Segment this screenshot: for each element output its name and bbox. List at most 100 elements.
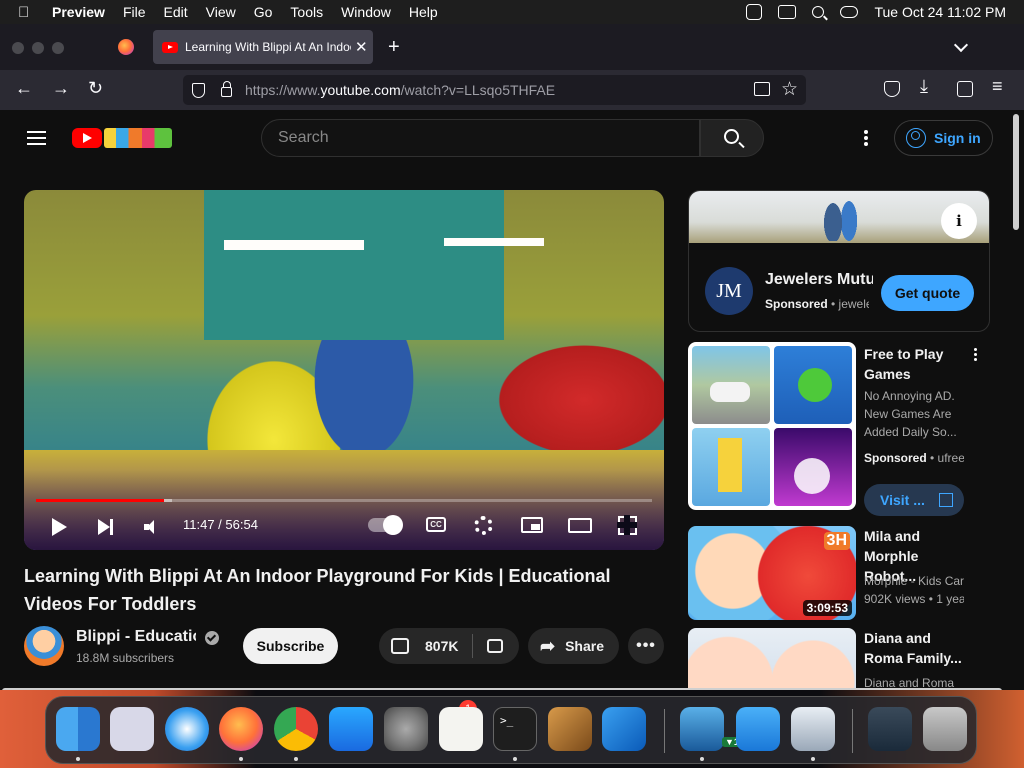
- progress-bar[interactable]: [36, 499, 652, 502]
- sync-icon[interactable]: [746, 4, 763, 20]
- back-icon[interactable]: ←: [15, 78, 33, 99]
- preview-icon[interactable]: [791, 707, 835, 751]
- close-tab-icon[interactable]: ✕: [355, 38, 368, 56]
- ad-title[interactable]: Jewelers Mutual: [765, 271, 873, 289]
- trash-icon[interactable]: [923, 707, 967, 751]
- firefox-view-icon[interactable]: [118, 39, 134, 55]
- youtube-doodle-logo[interactable]: [104, 128, 172, 148]
- lock-icon[interactable]: [221, 81, 232, 97]
- launchpad-icon[interactable]: [110, 707, 154, 751]
- menu-window[interactable]: Window: [341, 4, 391, 20]
- like-icon[interactable]: [391, 638, 409, 654]
- captions-icon[interactable]: CC: [426, 517, 446, 532]
- screen-mirror-icon[interactable]: [778, 5, 797, 19]
- terminal-icon[interactable]: >_: [493, 707, 537, 751]
- menu-clock[interactable]: Tue Oct 24 11:02 PM: [874, 4, 1006, 20]
- system-settings-icon[interactable]: [384, 707, 428, 751]
- autoplay-toggle[interactable]: [368, 515, 403, 535]
- video-thumbnail[interactable]: [688, 628, 856, 690]
- fullscreen-icon[interactable]: [617, 515, 637, 535]
- scrollbar-thumb[interactable]: [1013, 114, 1019, 230]
- downloads-stack-icon[interactable]: [868, 707, 912, 751]
- visit-site-button[interactable]: Visit ...: [864, 484, 964, 516]
- downloads-icon[interactable]: ⤓: [920, 76, 928, 97]
- next-icon[interactable]: [98, 519, 113, 535]
- pocket-icon[interactable]: [884, 81, 900, 97]
- app-menu-icon[interactable]: ≡: [992, 76, 1003, 97]
- permissions-icon[interactable]: [754, 82, 770, 96]
- more-actions-button[interactable]: •••: [628, 628, 664, 664]
- tracking-protection-shield-icon[interactable]: [192, 82, 205, 98]
- menu-file[interactable]: File: [123, 4, 146, 20]
- safari-icon[interactable]: [165, 707, 209, 751]
- search-placeholder: Search: [278, 129, 329, 146]
- channel-name[interactable]: Blippi - Educational Videos for Kids: [76, 628, 196, 646]
- forward-icon[interactable]: →: [52, 78, 70, 99]
- firefox-icon[interactable]: [219, 707, 263, 751]
- spotlight-icon[interactable]: [812, 6, 825, 18]
- search-input[interactable]: Search: [261, 119, 700, 157]
- vscode-icon[interactable]: [602, 707, 646, 751]
- reload-icon[interactable]: ↻: [88, 78, 103, 99]
- game-ad-title[interactable]: Free to Play Games: [864, 344, 964, 384]
- game-ad-thumbnail[interactable]: [688, 342, 856, 510]
- account-icon: [906, 128, 926, 148]
- miniplayer-icon[interactable]: [521, 517, 543, 533]
- volume-icon[interactable]: [144, 520, 162, 534]
- guide-menu-icon[interactable]: [27, 131, 46, 145]
- apple-icon[interactable]: : [18, 4, 40, 21]
- recommended-video-channel[interactable]: Morphle - Kids Cartoons: [864, 572, 964, 590]
- menu-tools[interactable]: Tools: [290, 4, 323, 20]
- menu-help[interactable]: Help: [409, 4, 438, 20]
- channel-avatar[interactable]: [24, 626, 64, 666]
- subscribe-button[interactable]: Subscribe: [243, 628, 338, 664]
- control-center-icon[interactable]: [840, 6, 859, 18]
- zoom-window-button[interactable]: [52, 42, 64, 54]
- subscribe-label: Subscribe: [256, 638, 325, 654]
- list-tabs-chevron-icon[interactable]: [953, 37, 969, 53]
- ad-sponsored-label: Sponsored: [765, 297, 828, 311]
- theater-mode-icon[interactable]: [568, 518, 592, 533]
- sponsored-ad-card[interactable]: i JM Jewelers Mutual Sponsored • jeweler…: [688, 190, 990, 332]
- play-icon[interactable]: [52, 518, 67, 536]
- close-window-button[interactable]: [12, 42, 24, 54]
- dock-separator: [852, 709, 853, 753]
- extensions-icon[interactable]: [957, 81, 973, 97]
- chrome-icon[interactable]: [274, 707, 318, 751]
- garageband-icon[interactable]: [548, 707, 592, 751]
- minimize-window-button[interactable]: [32, 42, 44, 54]
- get-quote-button[interactable]: Get quote: [881, 275, 974, 311]
- textedit-icon[interactable]: [439, 707, 483, 751]
- vertical-scrollbar[interactable]: [1013, 110, 1021, 230]
- keynote-icon[interactable]: [736, 707, 780, 751]
- url-text[interactable]: https://www.youtube.com/watch?v=LLsqo5TH…: [245, 82, 555, 98]
- video-thumbnail[interactable]: 3H 3:09:53: [688, 526, 856, 620]
- screen-recorder-icon[interactable]: [680, 707, 724, 751]
- menu-view[interactable]: View: [206, 4, 236, 20]
- settings-gear-icon[interactable]: [474, 516, 493, 535]
- menu-go[interactable]: Go: [254, 4, 273, 20]
- search-button[interactable]: [700, 119, 764, 157]
- like-count[interactable]: 807K: [425, 638, 458, 654]
- menu-app-name[interactable]: Preview: [52, 4, 105, 20]
- app-store-icon[interactable]: [329, 707, 373, 751]
- video-title: Learning With Blippi At An Indoor Playgr…: [24, 566, 611, 614]
- ad-info-icon[interactable]: i: [941, 203, 977, 239]
- running-indicator: [239, 757, 243, 761]
- address-bar[interactable]: https://www.youtube.com/watch?v=LLsqo5TH…: [183, 75, 806, 105]
- time-display: 11:47 / 56:54: [183, 517, 258, 532]
- bookmark-star-icon[interactable]: ☆: [781, 78, 798, 101]
- video-player[interactable]: 11:47 / 56:54 CC: [24, 190, 664, 550]
- game-ad-menu-icon[interactable]: [974, 348, 978, 364]
- new-tab-icon[interactable]: +: [388, 36, 400, 59]
- share-button[interactable]: ➦ Share: [528, 628, 619, 664]
- youtube-logo-icon[interactable]: [72, 128, 102, 148]
- dislike-icon[interactable]: [487, 639, 504, 653]
- youtube-page: Search Sign in 11:47 / 56:54 CC Learning…: [0, 110, 1024, 690]
- finder-icon[interactable]: [56, 707, 100, 751]
- sign-in-button[interactable]: Sign in: [894, 120, 993, 156]
- settings-kebab-icon[interactable]: [864, 130, 868, 146]
- tab-youtube[interactable]: Learning With Blippi At An Indoor Playgr…: [153, 30, 373, 64]
- recommended-video-title[interactable]: Diana and Roma Family...: [864, 628, 964, 668]
- menu-edit[interactable]: Edit: [164, 4, 188, 20]
